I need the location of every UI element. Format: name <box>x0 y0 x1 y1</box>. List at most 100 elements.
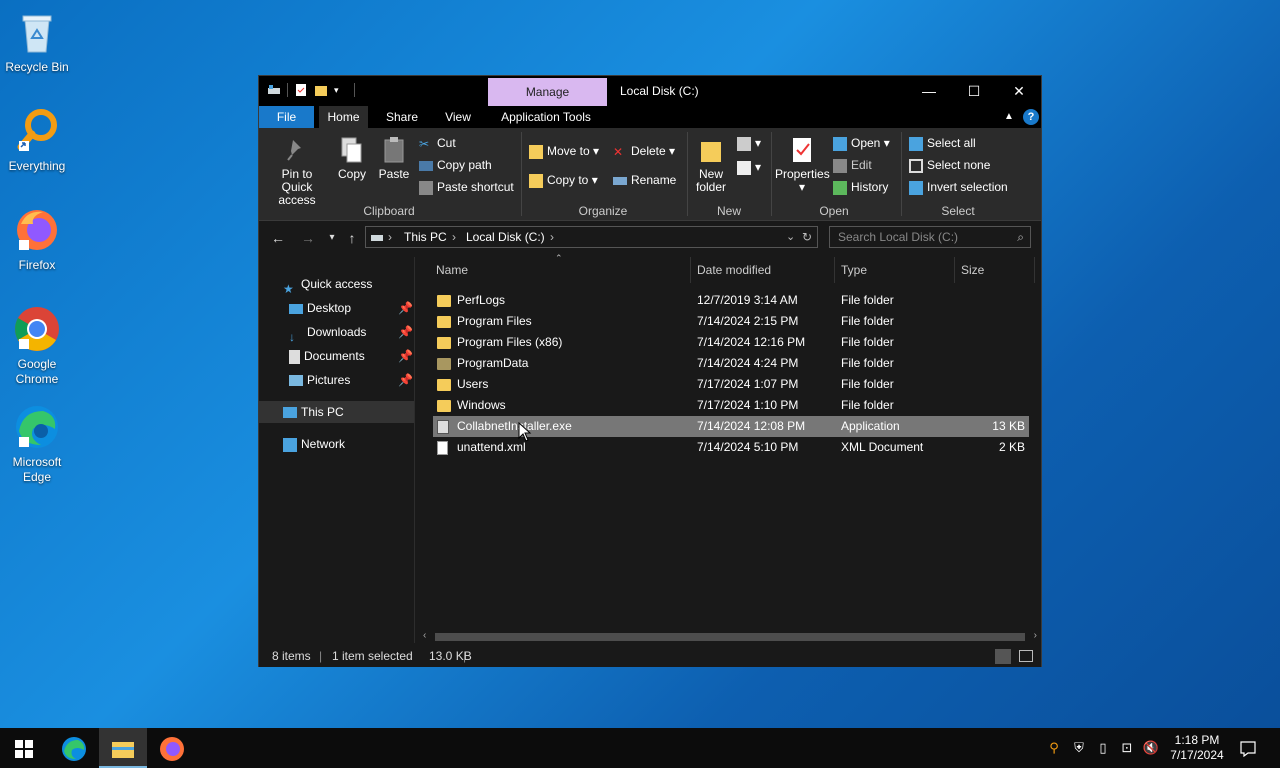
properties-icon[interactable] <box>294 83 308 97</box>
refresh-icon[interactable]: ↻ <box>802 227 812 247</box>
tab-home[interactable]: Home <box>319 106 368 128</box>
address-dropdown-icon[interactable]: ⌄ <box>786 227 795 247</box>
rename-button[interactable]: Rename <box>613 173 676 187</box>
select-all-button[interactable]: Select all <box>909 136 976 151</box>
tab-manage[interactable]: Manage <box>488 78 607 106</box>
maximize-button[interactable]: ☐ <box>951 76 997 106</box>
pin-quick-access-button[interactable]: Pin to Quick access <box>265 136 329 207</box>
column-separator[interactable] <box>1034 257 1035 283</box>
nav-quick-access[interactable]: ★ Quick access <box>283 273 372 296</box>
properties-button[interactable]: Properties ▾ <box>775 136 830 194</box>
file-row[interactable]: Windows 7/17/2024 1:10 PM File folder <box>433 395 1029 416</box>
help-icon[interactable]: ? <box>1023 109 1039 125</box>
tray-clock[interactable]: 1:18 PM 7/17/2024 <box>1164 728 1230 768</box>
separator <box>354 83 355 97</box>
tray-usb-icon[interactable]: ▯ <box>1094 728 1112 768</box>
breadcrumb-chevron-icon: › <box>388 230 392 244</box>
edge-icon <box>62 736 86 761</box>
column-header-date[interactable]: Date modified <box>697 257 771 283</box>
back-arrow-icon[interactable]: ← <box>267 227 289 249</box>
address-bar[interactable]: › This PC › Local Disk (C:) › ⌄ ↻ <box>365 226 818 248</box>
copy-button[interactable]: Copy <box>335 136 369 181</box>
paste-shortcut-button[interactable]: Paste shortcut <box>419 180 514 195</box>
easy-access-button[interactable]: ▾ <box>737 160 761 175</box>
breadcrumb-this-pc[interactable]: This PC <box>404 227 447 247</box>
search-input[interactable]: Search Local Disk (C:) ⌕ <box>829 226 1031 248</box>
new-folder-button[interactable]: New folder <box>693 136 729 194</box>
title-bar: ▾ Manage Local Disk (C:) — ☐ ✕ <box>259 76 1041 106</box>
history-button[interactable]: History <box>833 180 888 195</box>
notification-center-icon[interactable] <box>1232 728 1264 768</box>
file-type: File folder <box>841 293 894 307</box>
taskbar: ⚲ ⛨ ▯ ⊡ 🔇 1:18 PM 7/17/2024 <box>0 728 1280 768</box>
new-item-button[interactable]: ▾ <box>737 136 761 151</box>
up-arrow-icon[interactable]: ↑ <box>341 227 363 249</box>
move-to-button[interactable]: Move to ▾ <box>529 144 599 159</box>
scrollbar-thumb[interactable] <box>435 633 1025 641</box>
tray-volume-muted-icon[interactable]: 🔇 <box>1140 728 1162 768</box>
tab-file[interactable]: File <box>259 106 314 128</box>
edit-button[interactable]: Edit <box>833 158 872 173</box>
breadcrumb-local-disk[interactable]: Local Disk (C:) <box>466 227 545 247</box>
nav-item-documents[interactable]: Documents 📌 <box>289 345 413 367</box>
forward-arrow-icon[interactable]: → <box>297 227 319 249</box>
tab-application-tools[interactable]: Application Tools <box>491 106 601 128</box>
group-label-organize: Organize <box>578 204 628 218</box>
tray-security-icon[interactable]: ⛨ <box>1068 728 1090 768</box>
copy-path-button[interactable]: Copy path <box>419 158 492 172</box>
recent-locations-icon[interactable]: ▾ <box>321 227 343 249</box>
file-row[interactable]: Program Files 7/14/2024 2:15 PM File folde… <box>433 311 1029 332</box>
tab-view[interactable]: View <box>435 106 481 128</box>
nav-item-pictures[interactable]: Pictures 📌 <box>289 369 413 391</box>
file-row[interactable]: ProgramData 7/14/2024 4:24 PM File folder <box>433 353 1029 374</box>
column-separator[interactable] <box>954 257 955 283</box>
column-header-size[interactable]: Size <box>961 257 984 283</box>
desktop-icon-firefox[interactable]: Firefox <box>0 206 74 272</box>
file-date: 7/14/2024 12:16 PM <box>697 335 806 349</box>
desktop-icon-recycle-bin[interactable]: Recycle Bin <box>0 8 74 74</box>
nav-item-desktop[interactable]: Desktop 📌 <box>289 297 413 319</box>
nav-network[interactable]: Network <box>283 433 345 455</box>
taskbar-firefox[interactable] <box>148 728 196 768</box>
details-view-icon[interactable] <box>995 649 1011 664</box>
file-row[interactable]: Users 7/17/2024 1:07 PM File folder <box>433 374 1029 395</box>
horizontal-scrollbar[interactable]: ‹ › <box>419 630 1041 644</box>
chevron-down-icon[interactable]: ▾ <box>334 83 348 97</box>
copy-to-button[interactable]: Copy to ▾ <box>529 173 598 188</box>
desktop-icon-everything[interactable]: Everything <box>0 107 74 173</box>
invert-selection-button[interactable]: Invert selection <box>909 180 1008 195</box>
start-button[interactable] <box>0 728 48 768</box>
sort-ascending-icon: ⌃ <box>555 253 563 263</box>
scroll-left-icon[interactable]: ‹ <box>423 630 426 641</box>
delete-button[interactable]: ✕ Delete ▾ <box>613 144 675 159</box>
folder-icon <box>437 311 451 332</box>
nav-this-pc[interactable]: This PC <box>259 401 414 423</box>
taskbar-file-explorer[interactable] <box>99 728 147 768</box>
paste-button[interactable]: Paste <box>377 136 411 181</box>
column-header-type[interactable]: Type <box>841 257 867 283</box>
tray-everything-icon[interactable]: ⚲ <box>1044 728 1064 768</box>
desktop-icon-edge[interactable]: Microsoft Edge <box>0 403 74 485</box>
close-button[interactable]: ✕ <box>996 76 1042 106</box>
column-header-name[interactable]: Name <box>436 257 468 283</box>
large-icons-view-icon[interactable] <box>1019 650 1033 662</box>
file-row[interactable]: PerfLogs 12/7/2019 3:14 AM File folder <box>433 290 1029 311</box>
nav-item-downloads[interactable]: ↓ Downloads 📌 <box>289 321 413 344</box>
column-separator[interactable] <box>834 257 835 283</box>
tab-share[interactable]: Share <box>377 106 427 128</box>
window-title: Local Disk (C:) <box>620 84 699 98</box>
desktop-icon-label: Microsoft Edge <box>12 455 62 484</box>
column-separator[interactable] <box>690 257 691 283</box>
open-button[interactable]: Open ▾ <box>833 136 890 151</box>
select-none-button[interactable]: Select none <box>909 158 990 173</box>
chevron-up-icon[interactable]: ▲ <box>1001 106 1017 128</box>
tray-network-icon[interactable]: ⊡ <box>1116 728 1138 768</box>
file-row[interactable]: Program Files (x86) 7/14/2024 12:16 PM Fil… <box>433 332 1029 353</box>
scroll-right-icon[interactable]: › <box>1034 630 1037 641</box>
new-folder-icon[interactable] <box>314 83 328 97</box>
file-explorer-icon <box>112 741 134 758</box>
cut-button[interactable]: ✂ Cut <box>419 136 456 151</box>
taskbar-edge[interactable] <box>50 728 98 768</box>
desktop-icon-chrome[interactable]: Google Chrome <box>0 305 74 387</box>
minimize-button[interactable]: — <box>906 76 952 106</box>
